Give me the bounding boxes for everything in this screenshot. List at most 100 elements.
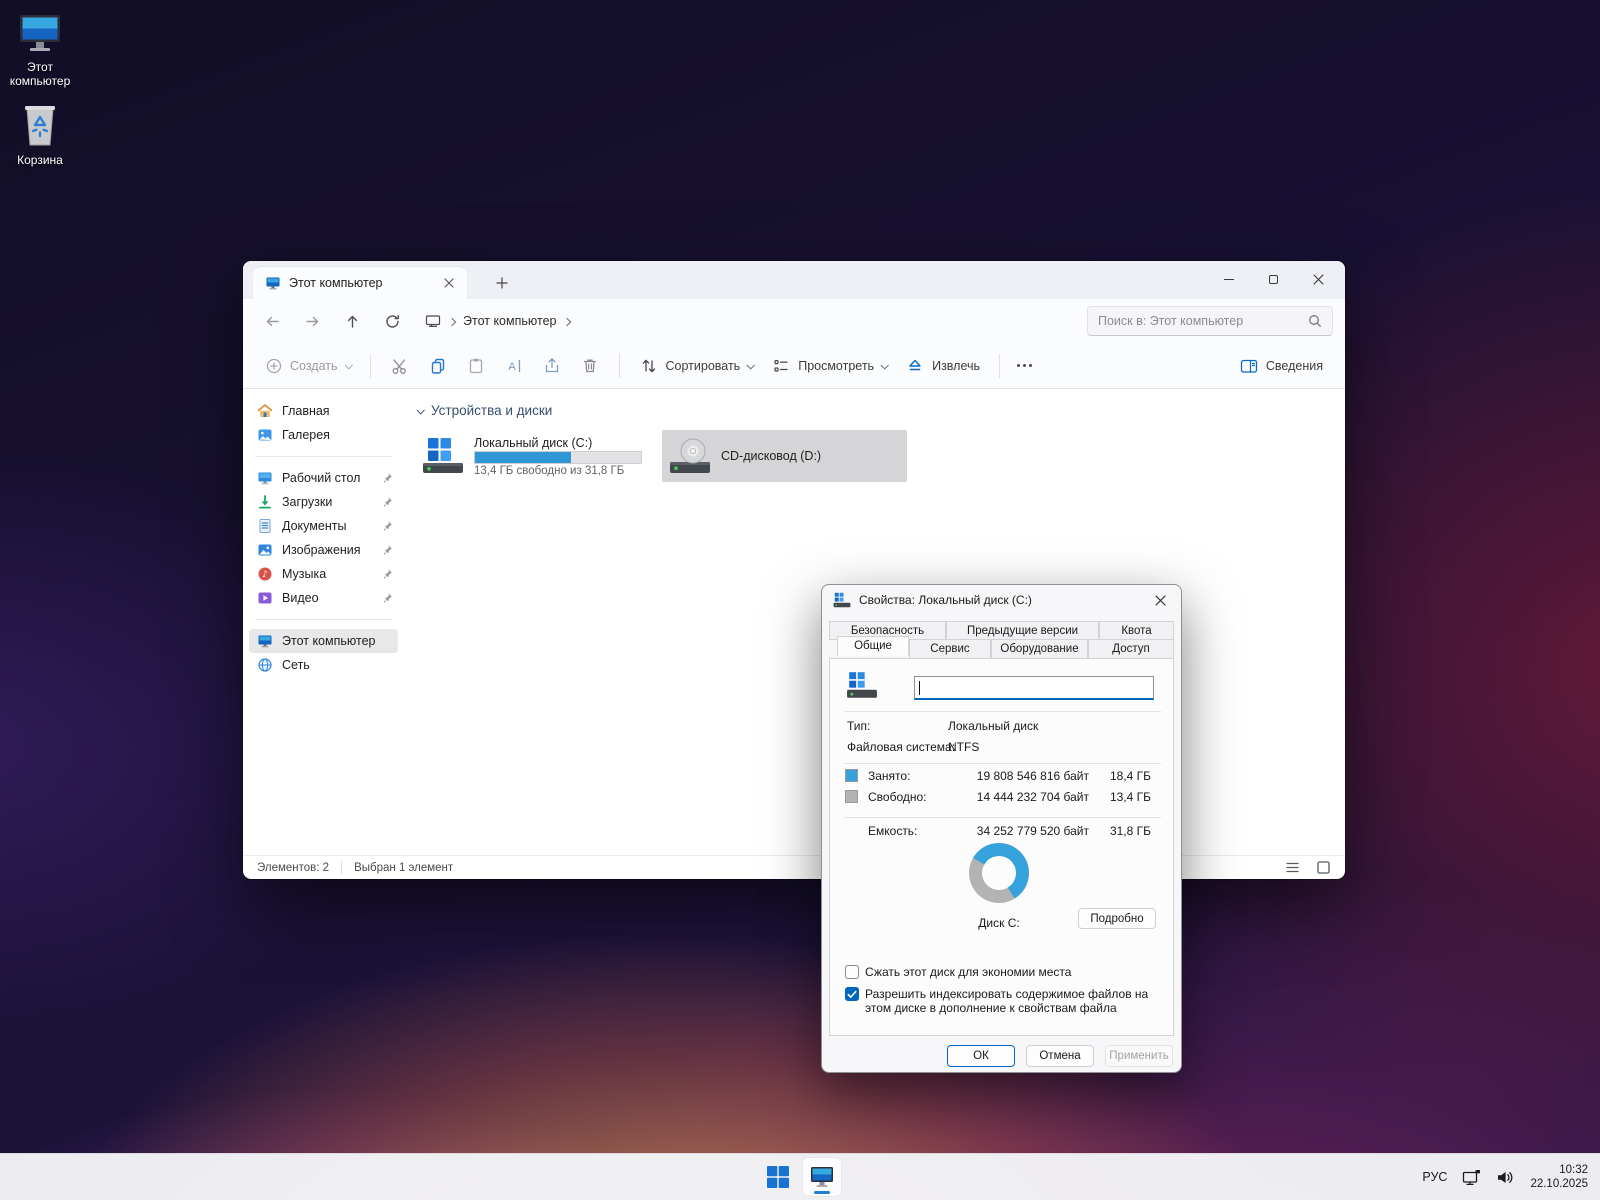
items-count: Элементов: 2 — [257, 862, 329, 874]
desktop-icon-this-pc[interactable]: Этот компьютер — [0, 12, 80, 88]
toolbar-divider — [999, 354, 1000, 378]
desktop-icon-recycle-bin[interactable]: Корзина — [0, 103, 80, 167]
details-pane-icon — [1239, 356, 1259, 376]
tab-this-pc[interactable]: Этот компьютер — [253, 267, 467, 299]
compress-checkbox-row[interactable]: Сжать этот диск для экономии места — [845, 965, 1159, 979]
taskbar-explorer-button[interactable] — [802, 1157, 842, 1197]
eject-button-label: Извлечь — [932, 359, 980, 373]
details-view-icon[interactable] — [1285, 860, 1300, 875]
breadcrumb[interactable]: Этот компьютер — [415, 305, 1027, 337]
new-tab-button[interactable] — [489, 271, 515, 295]
sidebar-item-label: Сеть — [282, 658, 310, 672]
network-icon[interactable] — [1462, 1169, 1481, 1186]
pin-icon — [381, 568, 393, 580]
sidebar-item-label: Галерея — [282, 428, 330, 442]
sidebar-item-downloads[interactable]: Загрузки — [249, 490, 398, 514]
pin-icon — [381, 520, 393, 532]
sidebar-item-desktop[interactable]: Рабочий стол — [249, 466, 398, 490]
close-button[interactable] — [1296, 261, 1341, 297]
music-icon: ♪ — [257, 566, 273, 582]
checkbox-unchecked[interactable] — [845, 965, 859, 979]
desktop-icon-label: Корзина — [17, 153, 63, 167]
drive-d-tile[interactable]: CD-дисковод (D:) — [662, 430, 907, 482]
download-icon — [257, 494, 273, 510]
sidebar-item-label: Рабочий стол — [282, 471, 360, 485]
sidebar-item-home[interactable]: Главная — [249, 399, 398, 423]
sidebar-item-this-pc[interactable]: Этот компьютер — [249, 629, 398, 653]
pin-icon — [381, 496, 393, 508]
date: 22.10.2025 — [1530, 1177, 1588, 1191]
share-button[interactable] — [534, 350, 570, 382]
taskbar: РУС 10:32 22.10.2025 — [0, 1153, 1600, 1200]
windows-logo-icon — [766, 1165, 790, 1189]
delete-button[interactable] — [572, 350, 608, 382]
tab-tools[interactable]: Сервис — [909, 639, 991, 659]
drive-c-tile[interactable]: Локальный диск (C:) 13,4 ГБ свободно из … — [415, 430, 660, 482]
checkbox-label: Сжать этот диск для экономии места — [865, 965, 1071, 979]
details-pane-button[interactable]: Сведения — [1231, 350, 1331, 382]
details-pane-label: Сведения — [1266, 359, 1323, 373]
forward-button[interactable] — [295, 305, 329, 337]
search-input[interactable] — [1098, 314, 1300, 328]
sidebar-item-videos[interactable]: Видео — [249, 586, 398, 610]
arrow-right-icon — [304, 313, 321, 330]
sidebar-item-gallery[interactable]: Галерея — [249, 423, 398, 447]
tab-close-button[interactable] — [439, 273, 459, 293]
status-divider — [341, 861, 342, 874]
tab-sharing[interactable]: Доступ — [1088, 639, 1174, 659]
rename-button[interactable]: A — [496, 350, 532, 382]
paste-button[interactable] — [458, 350, 494, 382]
separator — [844, 711, 1161, 712]
dialog-close-button[interactable] — [1145, 589, 1175, 611]
tab-previous-versions[interactable]: Предыдущие версии — [946, 621, 1099, 640]
apply-button[interactable]: Применить — [1105, 1045, 1173, 1067]
thumbnails-view-icon[interactable] — [1316, 860, 1331, 875]
new-button[interactable]: Создать — [257, 351, 359, 381]
back-button[interactable] — [255, 305, 289, 337]
sidebar-item-label: Видео — [282, 591, 319, 605]
view-button[interactable]: Просмотреть — [763, 350, 895, 382]
refresh-icon — [384, 313, 401, 330]
search-box[interactable] — [1087, 306, 1333, 336]
sidebar-item-documents[interactable]: Документы — [249, 514, 398, 538]
indexing-checkbox-row[interactable]: Разрешить индексировать содержимое файло… — [845, 987, 1159, 1015]
computer-icon — [809, 1165, 835, 1189]
drive-c-bar-fill — [475, 452, 571, 463]
volume-icon[interactable] — [1496, 1169, 1515, 1186]
clock[interactable]: 10:32 22.10.2025 — [1530, 1163, 1588, 1191]
sidebar-divider — [255, 619, 392, 620]
tab-quota[interactable]: Квота — [1099, 621, 1174, 640]
hard-drive-icon — [421, 436, 465, 476]
close-icon — [1155, 595, 1166, 606]
copy-button[interactable] — [420, 350, 456, 382]
ok-button[interactable]: ОК — [947, 1045, 1015, 1067]
view-button-label: Просмотреть — [798, 359, 874, 373]
breadcrumb-item[interactable]: Этот компьютер — [463, 314, 556, 328]
sidebar-item-network[interactable]: Сеть — [249, 653, 398, 677]
eject-button[interactable]: Извлечь — [897, 350, 988, 382]
tab-hardware[interactable]: Оборудование — [991, 639, 1088, 659]
details-button[interactable]: Подробно — [1078, 908, 1156, 929]
checkbox-checked[interactable] — [845, 987, 859, 1001]
language-indicator[interactable]: РУС — [1422, 1170, 1447, 1184]
section-devices-and-drives[interactable]: Устройства и диски — [417, 403, 1335, 418]
computer-icon — [257, 633, 273, 649]
view-icon — [771, 356, 791, 376]
sidebar-item-label: Главная — [282, 404, 330, 418]
minimize-button[interactable] — [1206, 261, 1251, 297]
start-button[interactable] — [758, 1157, 798, 1197]
sidebar-item-pictures[interactable]: Изображения — [249, 538, 398, 562]
cancel-button[interactable]: Отмена — [1026, 1045, 1094, 1067]
maximize-button[interactable] — [1251, 261, 1296, 297]
more-button[interactable] — [1011, 364, 1038, 367]
plus-icon — [496, 277, 508, 289]
sidebar-item-music[interactable]: ♪ Музыка — [249, 562, 398, 586]
chevron-down-icon — [416, 406, 424, 414]
refresh-button[interactable] — [375, 305, 409, 337]
used-space-swatch — [845, 769, 858, 782]
up-button[interactable] — [335, 305, 369, 337]
sort-button[interactable]: Сортировать — [631, 350, 762, 382]
tab-general[interactable]: Общие — [837, 636, 909, 656]
cut-button[interactable] — [382, 350, 418, 382]
volume-label-input[interactable] — [914, 676, 1154, 700]
